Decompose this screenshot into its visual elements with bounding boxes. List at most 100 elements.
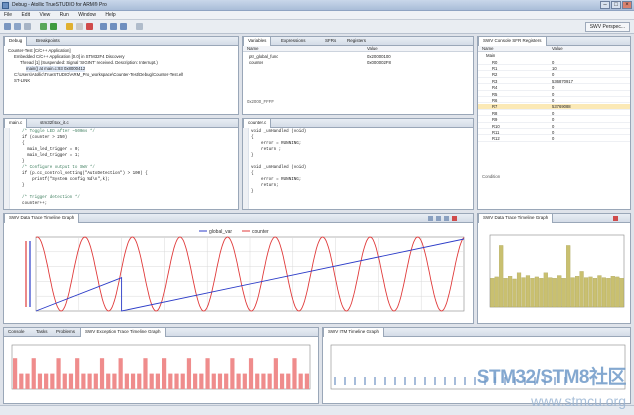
- tree-item[interactable]: C:\Users\Atollic\TrueSTUDIO\ARM_Pro_work…: [14, 72, 183, 78]
- stop-icon[interactable]: [613, 216, 618, 221]
- step-into-icon[interactable]: [100, 23, 107, 30]
- swv-registers-tabs: SWV Console SFR Registers: [478, 37, 630, 46]
- bar: [19, 373, 24, 389]
- timeline-bar-chart[interactable]: [478, 223, 630, 323]
- code-line: return ;: [251, 148, 282, 152]
- register-value: 0: [552, 91, 555, 97]
- code-line: }: [251, 190, 254, 194]
- swv-timeline-small: SWV Data Trace Timeline Graph: [477, 213, 631, 324]
- bar: [205, 358, 210, 389]
- maximize-button[interactable]: □: [611, 1, 621, 9]
- tab-swv-registers[interactable]: SWV Console SFR Registers: [478, 37, 547, 46]
- tab-expressions[interactable]: Expressions: [277, 37, 310, 46]
- tree-item[interactable]: ST-LINK: [14, 78, 30, 84]
- register-row[interactable]: R5 0: [478, 91, 630, 97]
- bar: [279, 373, 285, 389]
- register-row[interactable]: R110: [478, 65, 630, 72]
- register-row[interactable]: R12 0: [478, 136, 630, 142]
- bar: [112, 373, 117, 389]
- bar: [548, 277, 553, 308]
- zoom-out-icon[interactable]: [436, 216, 441, 221]
- editor-main-c: main.c stm32f4xx_it.c /* Toggle LED afte…: [3, 118, 239, 210]
- column-value-header[interactable]: Value: [363, 46, 473, 52]
- register-row[interactable]: R7 53769088: [478, 103, 630, 110]
- tab-stm32f4xx-it-c[interactable]: stm32f4xx_it.c: [36, 119, 73, 128]
- step-over-icon[interactable]: [110, 23, 117, 30]
- save-icon[interactable]: [14, 23, 21, 30]
- register-row[interactable]: R3 536870917: [478, 78, 630, 85]
- menu-file[interactable]: File: [0, 11, 16, 19]
- timeline-chart[interactable]: global_var counter: [4, 223, 473, 323]
- resume-icon[interactable]: [66, 23, 73, 30]
- column-name-header[interactable]: Name: [243, 46, 363, 52]
- menu-view[interactable]: View: [35, 11, 54, 19]
- new-icon[interactable]: [4, 23, 11, 30]
- bar: [516, 272, 522, 308]
- stop-icon[interactable]: [452, 216, 457, 221]
- bar: [149, 373, 154, 389]
- register-value: 0: [552, 97, 555, 103]
- tab-breakpoints[interactable]: Breakpoints: [32, 37, 64, 46]
- variables-view-tabs: Variables Expressions SFRs Registers: [243, 37, 473, 46]
- bar: [512, 278, 517, 308]
- zoom-in-icon[interactable]: [428, 216, 433, 221]
- tab-swv-timeline-small[interactable]: SWV Data Trace Timeline Graph: [478, 214, 554, 223]
- register-value: 0: [552, 72, 555, 78]
- register-row[interactable]: R8 0: [478, 110, 630, 117]
- tab-variables[interactable]: Variables: [243, 37, 272, 46]
- exception-timeline-chart[interactable]: [4, 337, 318, 403]
- print-icon[interactable]: [24, 23, 31, 30]
- register-name: R1: [492, 65, 498, 71]
- menu-window[interactable]: Window: [74, 11, 100, 19]
- tab-tasks[interactable]: Tasks: [32, 328, 52, 337]
- tab-sfrs[interactable]: SFRs: [321, 37, 340, 46]
- register-row[interactable]: R10 0: [478, 123, 630, 129]
- menu-help[interactable]: Help: [101, 11, 119, 19]
- terminate-icon[interactable]: [86, 23, 93, 30]
- tab-console[interactable]: Console: [4, 328, 29, 337]
- column-value-header[interactable]: Value: [548, 46, 630, 52]
- register-row[interactable]: R9 0: [478, 117, 630, 123]
- register-row[interactable]: R2 0: [478, 72, 630, 78]
- code-line: void _unHandled (void): [251, 130, 307, 134]
- variable-value[interactable]: 0x000002F8: [367, 60, 391, 66]
- register-row[interactable]: R6 0: [478, 97, 630, 104]
- bar: [561, 278, 566, 308]
- bar: [494, 276, 499, 308]
- tab-main-c[interactable]: main.c: [4, 119, 28, 128]
- search-icon[interactable]: [136, 23, 143, 30]
- minimize-button[interactable]: –: [600, 1, 610, 9]
- tab-debug[interactable]: Debug: [4, 37, 28, 46]
- register-row[interactable]: R4 0: [478, 85, 630, 91]
- variable-name[interactable]: counter: [249, 60, 263, 66]
- tab-exception-timeline[interactable]: SWV Exception Trace Timeline Graph: [80, 328, 166, 337]
- step-return-icon[interactable]: [120, 23, 127, 30]
- code-line: printf("System config %d\n",k);: [12, 178, 111, 182]
- tab-registers[interactable]: Registers: [343, 37, 370, 46]
- register-list: R0 0 R1 10 R2 0 R3 536870917 R4 0 R5 0 R6 0 R7 53769088…: [478, 59, 630, 169]
- code-area[interactable]: void _unHandled (void){ error = RUNNING;…: [251, 129, 471, 207]
- register-value: 0: [552, 117, 555, 123]
- menu-run[interactable]: Run: [56, 11, 73, 19]
- register-row[interactable]: R110: [478, 129, 630, 136]
- suspend-icon[interactable]: [76, 23, 83, 30]
- tab-problems[interactable]: Problems: [52, 328, 79, 337]
- timeline-main-tabs: SWV Data Trace Timeline Graph: [4, 214, 473, 223]
- register-value: 0: [552, 136, 555, 142]
- debug-icon[interactable]: [40, 23, 47, 30]
- menu-edit[interactable]: Edit: [17, 11, 34, 19]
- tab-itm-timeline[interactable]: SWV ITM Timeline Graph: [323, 328, 385, 337]
- column-name-header[interactable]: Name: [478, 46, 548, 52]
- bar: [557, 275, 562, 308]
- register-name: R8: [492, 110, 498, 116]
- code-area[interactable]: /* Toggle LED after ~500ms */ if (counte…: [12, 129, 236, 207]
- tab-counter-c[interactable]: counter.c: [243, 119, 272, 128]
- run-icon[interactable]: [50, 23, 57, 30]
- tab-swv-timeline[interactable]: SWV Data Trace Timeline Graph: [4, 214, 80, 223]
- close-button[interactable]: ×: [622, 1, 632, 9]
- bar: [230, 358, 235, 389]
- register-name: R6: [492, 97, 498, 103]
- register-row[interactable]: R0 0: [478, 59, 630, 65]
- perspective-switcher[interactable]: SWV Perspec...: [584, 22, 630, 32]
- settings-icon[interactable]: [444, 216, 449, 221]
